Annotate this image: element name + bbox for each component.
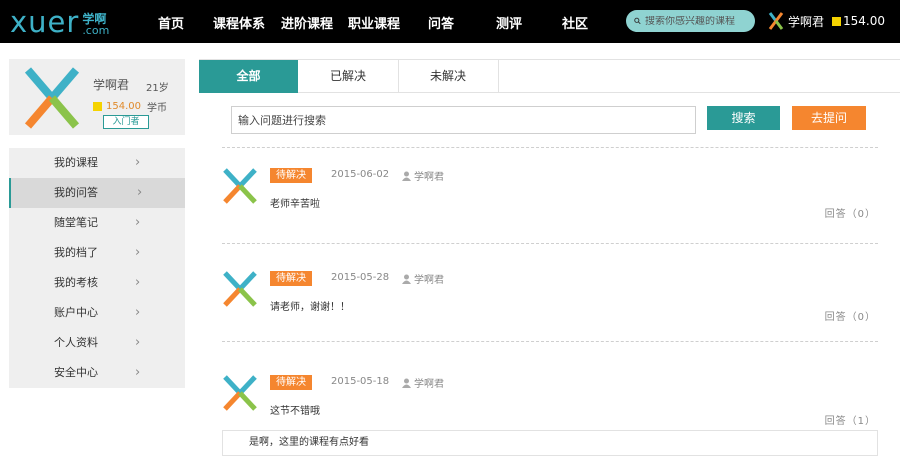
author-name: 学啊君 [414,379,444,390]
question-date: 2015-05-28 [331,272,390,283]
question-author: 学啊君 [402,168,444,183]
profile-coin-unit: 学币 [147,103,167,114]
sidebar-item-account[interactable]: 账户中心 › [9,298,185,328]
chevron-right-icon: › [135,275,141,290]
user-coins: 154.00 [843,14,886,28]
question-date: 2015-06-02 [331,169,390,180]
qa-tabs: 全部 已解决 未解决 [199,59,900,93]
chevron-right-icon: › [135,365,141,380]
avatar [223,271,257,307]
sidebar-item-label: 安全中心 [54,366,98,379]
nav-advanced-courses[interactable]: 进阶课程 [281,13,333,32]
question-title[interactable]: 老师辛苦啦 [270,195,320,210]
avatar [223,375,257,411]
sidebar-item-exams[interactable]: 我的考核 › [9,268,185,298]
sidebar-item-label: 个人资料 [54,336,98,349]
status-badge: 待解决 [270,271,312,286]
answer-count[interactable]: 回答（0） [825,308,876,323]
answer-preview: 是啊，这里的课程有点好看 [222,430,878,456]
question-date: 2015-05-18 [331,376,390,387]
question-item[interactable]: 待解决 2015-05-18 学啊君 这节不错哦 回答（1） [222,375,878,435]
avatar [24,67,80,129]
nav-qa[interactable]: 问答 [428,13,454,32]
divider [222,147,878,148]
profile-card: 学啊君 21岁 154.00 学币 入门者 [9,59,185,135]
user-icon [402,274,411,284]
site-logo[interactable]: xuer 学啊 .com [10,5,109,37]
question-title[interactable]: 请老师，谢谢！！ [270,298,350,313]
header-search-input[interactable] [645,15,755,27]
user-icon [402,171,411,181]
profile-coins: 154.00 学币 [93,99,167,114]
chevron-right-icon: › [137,185,143,200]
chevron-right-icon: › [135,305,141,320]
status-badge: 待解决 [270,168,312,183]
tab-all[interactable]: 全部 [199,60,298,93]
answer-count[interactable]: 回答（0） [825,205,876,220]
question-item[interactable]: 待解决 2015-06-02 学啊君 老师辛苦啦 回答（0） [222,168,878,228]
question-author: 学啊君 [402,271,444,286]
user-menu[interactable]: 学啊君 154.00 [768,12,885,30]
nav-community[interactable]: 社区 [562,13,588,32]
sidebar-menu: 我的课程 › 我的问答 › 随堂笔记 › 我的档了 › 我的考核 › 账户中心 › 个人资料… [9,148,185,388]
profile-coin-amount: 154.00 [106,101,141,112]
profile-name: 学啊君 [93,78,130,92]
tab-solved[interactable]: 已解决 [298,60,398,93]
coin-icon [93,102,102,111]
header-search [626,10,755,32]
coin-icon [832,16,842,26]
logo-text: xuer [10,5,80,39]
level-button[interactable]: 入门者 [103,115,149,129]
sidebar-item-my-courses[interactable]: 我的课程 › [9,148,185,178]
logo-com: .com [82,24,110,37]
search-button[interactable]: 搜索 [707,106,780,130]
search-icon[interactable] [634,16,641,26]
sidebar-item-label: 我的档了 [54,246,98,259]
nav-career-courses[interactable]: 职业课程 [348,13,400,32]
sidebar-item-archive[interactable]: 我的档了 › [9,238,185,268]
author-name: 学啊君 [414,172,444,183]
chevron-right-icon: › [135,245,141,260]
chevron-right-icon: › [135,215,141,230]
question-search-input[interactable] [231,106,696,134]
tab-unsolved[interactable]: 未解决 [398,60,498,93]
question-item[interactable]: 待解决 2015-05-28 学啊君 请老师，谢谢！！ 回答（0） [222,271,878,331]
top-navbar: xuer 学啊 .com 首页 课程体系 进阶课程 职业课程 问答 测评 社区 … [0,0,900,43]
author-name: 学啊君 [414,275,444,286]
sidebar-item-profile[interactable]: 个人资料 › [9,328,185,358]
divider [222,341,878,342]
nav-course-system[interactable]: 课程体系 [213,13,265,32]
ask-question-button[interactable]: 去提问 [792,106,866,130]
sidebar-item-label: 我的问答 [54,186,98,199]
sidebar-item-my-qa[interactable]: 我的问答 › [9,178,185,208]
sidebar-item-label: 我的考核 [54,276,98,289]
question-author: 学啊君 [402,375,444,390]
nav-assessment[interactable]: 测评 [496,13,522,32]
profile-age: 21岁 [146,83,169,94]
sidebar-item-label: 随堂笔记 [54,216,98,229]
divider [222,243,878,244]
sidebar-item-notes[interactable]: 随堂笔记 › [9,208,185,238]
sidebar-item-label: 账户中心 [54,306,98,319]
user-logo-icon [768,12,784,30]
user-icon [402,378,411,388]
tab-separator [498,60,499,93]
answer-count[interactable]: 回答（1） [825,412,876,427]
sidebar-item-security[interactable]: 安全中心 › [9,358,185,388]
question-title[interactable]: 这节不错哦 [270,402,320,417]
avatar [223,168,257,204]
username: 学啊君 [788,14,825,29]
sidebar-item-label: 我的课程 [54,156,98,169]
nav-home[interactable]: 首页 [158,13,184,32]
chevron-right-icon: › [135,155,141,170]
status-badge: 待解决 [270,375,312,390]
chevron-right-icon: › [135,335,141,350]
